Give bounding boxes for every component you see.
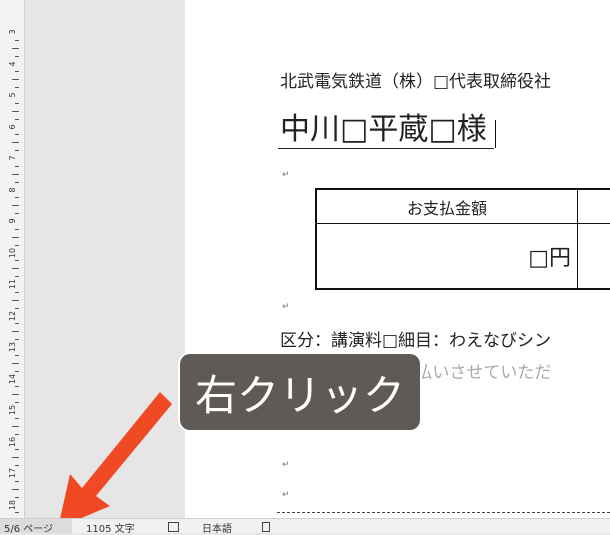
pointer-arrow-icon xyxy=(58,392,172,528)
status-bar: 5/6 ページ 1105 文字 日本語 xyxy=(0,518,610,535)
proofing-icon[interactable] xyxy=(168,522,179,532)
macro-record-icon[interactable] xyxy=(262,522,270,532)
word-count[interactable]: 1105 文字 xyxy=(86,520,135,535)
language-indicator[interactable]: 日本語 xyxy=(202,520,232,535)
page-count[interactable]: 5/6 ページ xyxy=(4,520,53,535)
